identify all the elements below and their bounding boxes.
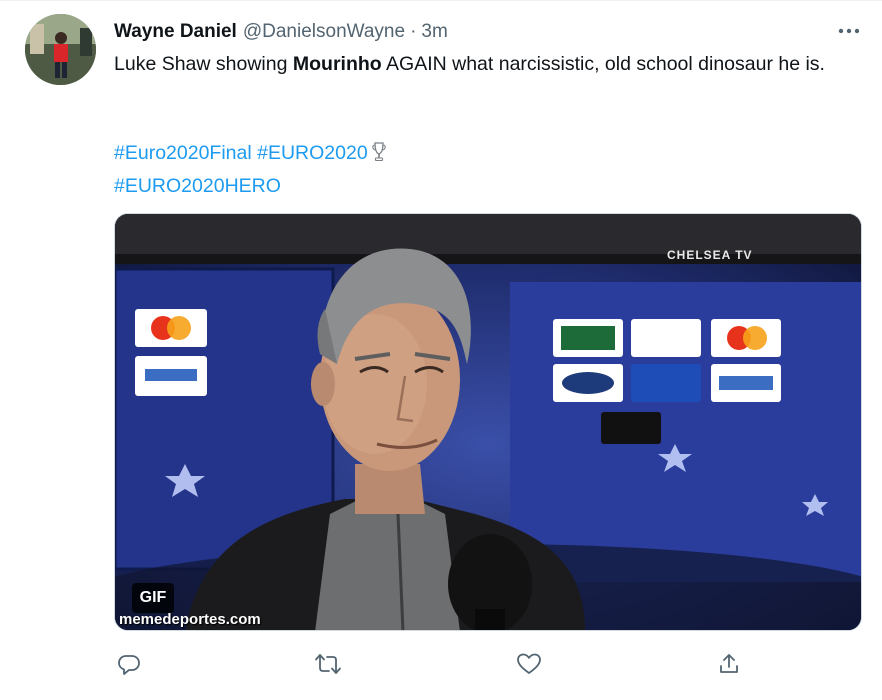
gif-badge: GIF xyxy=(132,583,174,613)
gif-frame-image xyxy=(115,214,861,630)
hashtag-euro2020hero[interactable]: #EURO2020HERO xyxy=(114,175,281,197)
tweet-card[interactable]: Wayne Daniel @DanielsonWayne · 3m Luke S… xyxy=(0,0,882,700)
retweet-icon xyxy=(315,654,341,674)
channel-overlay-text: CHELSEA TV xyxy=(667,248,753,262)
gif-media[interactable]: CHELSEA TV GIF memedeportes.com xyxy=(114,213,862,631)
share-icon xyxy=(720,654,738,673)
hashtag-euro2020final[interactable]: #Euro2020Final xyxy=(114,142,252,164)
avatar[interactable] xyxy=(25,14,96,85)
media-watermark: memedeportes.com xyxy=(119,611,261,628)
author-name[interactable]: Wayne Daniel xyxy=(114,21,237,43)
reply-button[interactable] xyxy=(114,649,144,679)
tweet-text-bold: Mourinho xyxy=(292,53,382,75)
timestamp[interactable]: 3m xyxy=(421,21,447,43)
like-icon xyxy=(517,653,541,674)
separator-dot: · xyxy=(410,21,417,42)
tweet-text-end: AGAIN what narcissistic, old school dino… xyxy=(381,53,825,75)
reply-icon xyxy=(118,655,140,675)
like-button[interactable] xyxy=(514,649,544,679)
share-button[interactable] xyxy=(714,649,744,679)
hashtags: #Euro2020Final #EURO2020 #EURO2020HERO xyxy=(114,138,386,201)
author-handle[interactable]: @DanielsonWayne xyxy=(243,21,405,43)
more-horizontal-icon xyxy=(838,28,860,34)
tweet-actions xyxy=(114,649,754,683)
trophy-icon xyxy=(371,141,386,171)
hashtag-euro2020[interactable]: #EURO2020 xyxy=(257,142,368,164)
tweet-header: Wayne Daniel @DanielsonWayne · 3m xyxy=(114,18,448,46)
retweet-button[interactable] xyxy=(313,649,343,679)
tweet-text: Luke Shaw showing Mourinho AGAIN what na… xyxy=(114,49,869,79)
tweet-text-start: Luke Shaw showing xyxy=(114,53,293,75)
more-options-button[interactable] xyxy=(834,19,864,43)
